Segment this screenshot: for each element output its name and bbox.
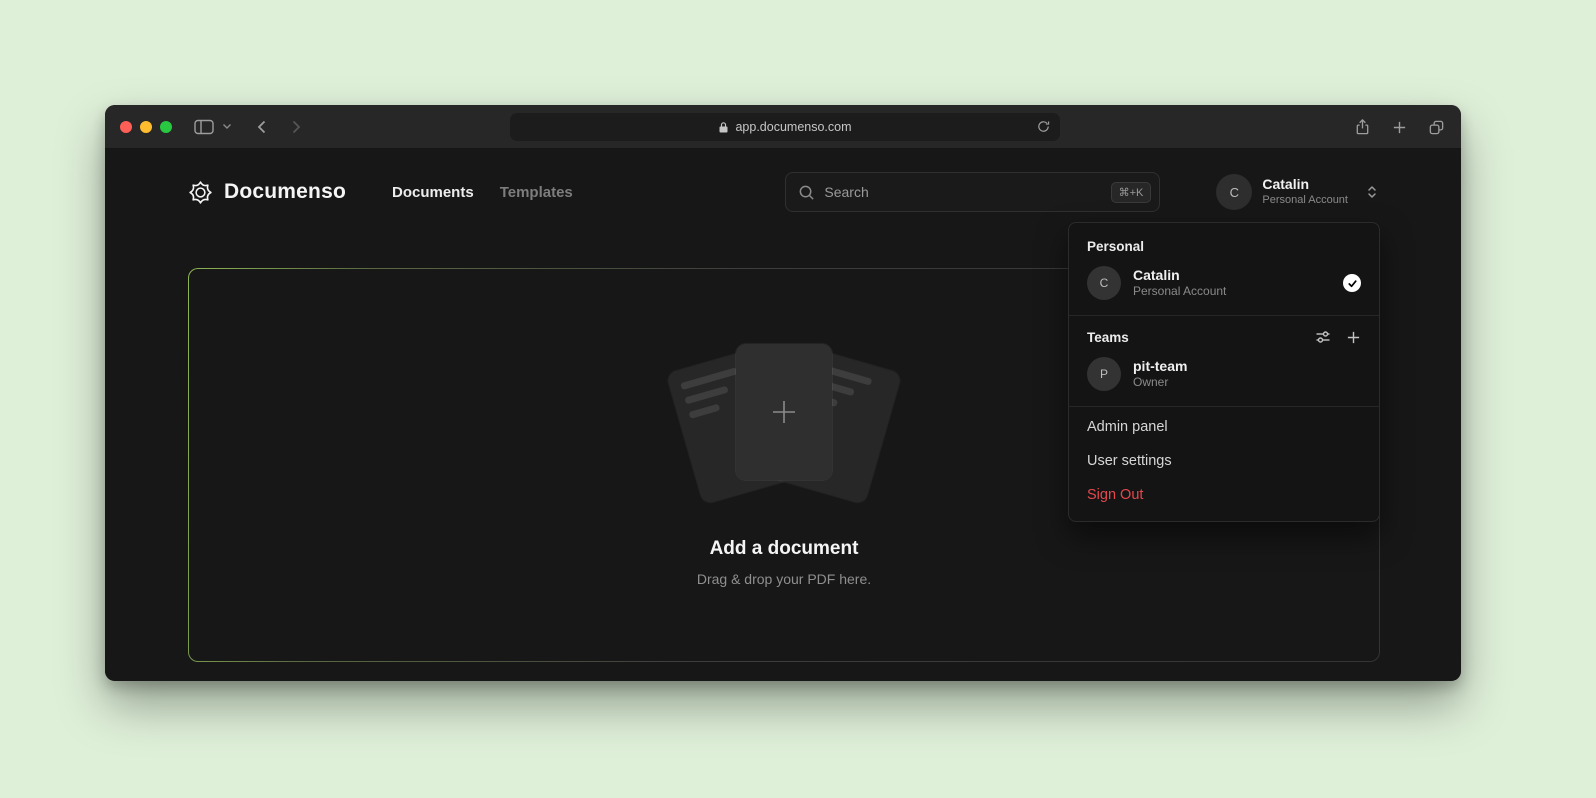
documenso-app-page: Documenso Documents Templates ⌘+K C Cata… bbox=[105, 149, 1461, 680]
forward-arrow-icon[interactable] bbox=[288, 119, 304, 135]
menu-divider bbox=[1069, 315, 1379, 316]
personal-account-avatar: C bbox=[1087, 266, 1121, 300]
account-menu-trigger[interactable]: C Catalin Personal Account bbox=[1216, 174, 1378, 210]
zoom-window-button[interactable] bbox=[160, 121, 172, 133]
lock-icon bbox=[718, 121, 729, 134]
share-icon[interactable] bbox=[1354, 118, 1371, 136]
toolbar-left-icons bbox=[172, 119, 304, 135]
personal-account-subtitle: Personal Account bbox=[1133, 284, 1226, 300]
back-arrow-icon[interactable] bbox=[254, 119, 270, 135]
nav-documents[interactable]: Documents bbox=[392, 184, 474, 201]
personal-section-heading: Personal bbox=[1069, 229, 1379, 262]
sidebar-chevron-down-icon[interactable] bbox=[222, 123, 232, 130]
sidebar-toggle-icon[interactable] bbox=[194, 119, 214, 135]
minimize-window-button[interactable] bbox=[140, 121, 152, 133]
dropzone-subtitle: Drag & drop your PDF here. bbox=[697, 571, 871, 587]
search-box[interactable]: ⌘+K bbox=[785, 172, 1160, 212]
url-text: app.documenso.com bbox=[735, 120, 851, 134]
browser-toolbar: app.documenso.com bbox=[105, 105, 1461, 149]
add-plus-icon bbox=[767, 395, 801, 429]
refresh-icon[interactable] bbox=[1036, 119, 1051, 137]
main-nav: Documents Templates bbox=[392, 184, 573, 201]
menu-item-user-settings[interactable]: User settings bbox=[1069, 444, 1379, 478]
menu-item-admin-panel[interactable]: Admin panel bbox=[1069, 410, 1379, 444]
search-shortcut-badge: ⌘+K bbox=[1111, 182, 1152, 203]
selected-check-icon bbox=[1343, 274, 1361, 292]
tab-overview-icon[interactable] bbox=[1428, 119, 1445, 136]
personal-account-item[interactable]: C Catalin Personal Account bbox=[1069, 262, 1379, 312]
address-bar[interactable]: app.documenso.com bbox=[510, 113, 1060, 141]
close-window-button[interactable] bbox=[120, 121, 132, 133]
documents-illustration bbox=[659, 344, 909, 504]
account-dropdown-menu: Personal C Catalin Personal Account Team… bbox=[1068, 222, 1380, 522]
illustration-card-center bbox=[736, 344, 832, 480]
personal-account-name: Catalin bbox=[1133, 266, 1226, 284]
traffic-lights bbox=[120, 121, 172, 133]
chevrons-up-down-icon bbox=[1366, 184, 1378, 200]
nav-templates[interactable]: Templates bbox=[500, 184, 573, 201]
documenso-logo-icon bbox=[188, 180, 213, 205]
team-settings-sliders-icon[interactable] bbox=[1315, 329, 1331, 345]
team-item[interactable]: P pit-team Owner bbox=[1069, 353, 1379, 403]
dropzone-title: Add a document bbox=[710, 538, 859, 560]
brand-name: Documenso bbox=[224, 180, 346, 204]
menu-divider bbox=[1069, 406, 1379, 407]
account-name: Catalin bbox=[1262, 176, 1348, 194]
new-tab-plus-icon[interactable] bbox=[1392, 120, 1407, 135]
account-type: Personal Account bbox=[1262, 194, 1348, 208]
brand[interactable]: Documenso bbox=[188, 180, 346, 205]
team-role: Owner bbox=[1133, 375, 1187, 391]
account-avatar: C bbox=[1216, 174, 1252, 210]
menu-item-sign-out[interactable]: Sign Out bbox=[1069, 478, 1379, 517]
team-name: pit-team bbox=[1133, 357, 1187, 375]
browser-window: app.documenso.com bbox=[105, 105, 1461, 681]
search-input[interactable] bbox=[824, 184, 1101, 200]
add-team-plus-icon[interactable] bbox=[1346, 330, 1361, 345]
teams-section-heading: Teams bbox=[1087, 330, 1129, 345]
team-avatar: P bbox=[1087, 357, 1121, 391]
toolbar-right-icons bbox=[1354, 105, 1445, 149]
search-icon bbox=[798, 184, 815, 201]
